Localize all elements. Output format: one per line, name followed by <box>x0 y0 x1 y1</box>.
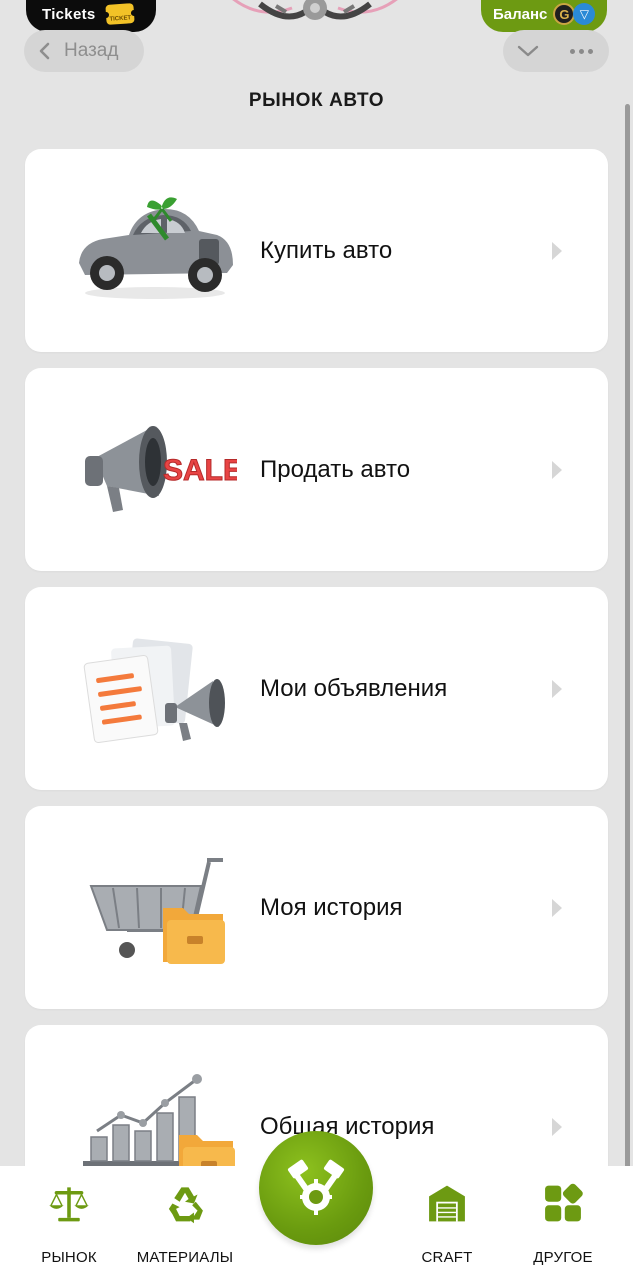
buy-car-card[interactable]: Купить авто <box>25 149 608 352</box>
sell-car-label: Продать авто <box>260 455 411 483</box>
chevron-right-icon <box>552 898 562 917</box>
chevron-right-icon <box>552 460 562 479</box>
ticket-icon: TICKET <box>104 3 135 25</box>
my-listings-card[interactable]: Мои объявления <box>25 587 608 790</box>
tab-materials-label: МАТЕРИАЛЫ <box>136 1249 234 1266</box>
window-controls <box>503 30 609 72</box>
engine-icon <box>287 1159 345 1215</box>
balance-button[interactable]: Баланс G ▽ <box>481 0 607 32</box>
chevron-right-icon <box>552 241 562 260</box>
scales-icon <box>49 1187 89 1222</box>
scrollbar[interactable] <box>625 104 630 1202</box>
buy-car-label: Купить авто <box>260 236 393 264</box>
balance-label: Баланс <box>493 5 548 23</box>
tab-market-label: РЫНОК <box>41 1249 97 1266</box>
game-coin-icon: G <box>553 3 576 25</box>
my-listings-label: Мои объявления <box>260 674 448 702</box>
garage-engine-button[interactable] <box>259 1131 373 1245</box>
back-button[interactable]: Назад <box>24 30 144 72</box>
tab-other[interactable]: ДРУГОЕ <box>508 1182 618 1266</box>
tab-craft-label: CRAFT <box>421 1249 473 1266</box>
vintage-car-gift-icon <box>79 196 233 299</box>
tickets-label: Tickets <box>42 5 96 23</box>
sell-car-card[interactable]: SALE Продать авто <box>25 368 608 571</box>
page-title: РЫНОК АВТО <box>248 90 385 111</box>
cart-folder-icon <box>89 857 225 964</box>
tab-other-label: ДРУГОЕ <box>533 1249 593 1266</box>
tab-materials[interactable]: МАТЕРИАЛЫ <box>130 1182 240 1266</box>
chevron-right-icon <box>552 1117 562 1136</box>
ton-coin-icon: ▽ <box>573 3 596 25</box>
tickets-button[interactable]: Tickets TICKET <box>26 0 156 32</box>
chevron-down-icon[interactable] <box>517 44 539 58</box>
more-options-icon[interactable] <box>570 48 593 54</box>
megaphone-sale-icon: SALE <box>85 425 237 512</box>
chevron-right-icon <box>552 679 562 698</box>
my-history-card[interactable]: Моя история <box>25 806 608 1009</box>
chevron-left-icon <box>39 42 50 60</box>
svg-text:SALE: SALE <box>163 454 237 487</box>
tab-market[interactable]: РЫНОК <box>14 1182 124 1266</box>
my-history-label: Моя история <box>260 893 403 921</box>
back-label: Назад <box>64 40 119 61</box>
documents-megaphone-icon <box>83 637 225 743</box>
market-menu: Купить авто SALE Продать авто Мои объявл… <box>25 149 608 1244</box>
recycle-icon <box>168 1187 203 1224</box>
apps-grid-icon <box>545 1183 583 1222</box>
warehouse-icon <box>429 1185 465 1222</box>
app-logo-icon <box>232 0 398 20</box>
tab-craft[interactable]: CRAFT <box>392 1182 502 1266</box>
